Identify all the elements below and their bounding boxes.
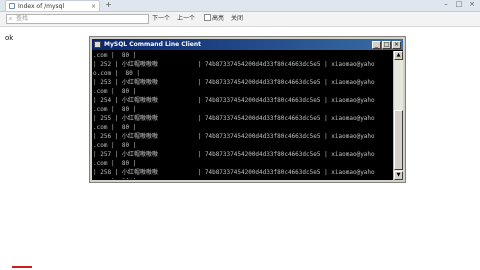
find-prev-button[interactable]: 上一个 xyxy=(177,14,195,24)
mysql-console-window[interactable]: MySQL Command Line Client _ □ × .com | 8… xyxy=(90,37,405,182)
scroll-down-arrow-icon[interactable]: ▼ xyxy=(394,171,403,180)
console-output[interactable]: .com | 80 | | 252 | 小红帽嗷嗷嗷 | 74b873374542… xyxy=(93,51,391,179)
console-maximize-button[interactable]: □ xyxy=(382,41,391,49)
console-title: MySQL Command Line Client xyxy=(104,41,201,48)
console-line: | 252 | 小红帽嗷嗷嗷 | 74b87337454200d4d33f80c… xyxy=(93,61,375,68)
console-line: .com | 80 | xyxy=(93,106,137,113)
highlight-label: 高亮 xyxy=(212,15,225,22)
console-close-button[interactable]: × xyxy=(392,41,401,49)
console-line: .com | 80 | xyxy=(93,52,137,59)
console-line: .com | 80 | xyxy=(93,124,137,131)
window-maximize-button[interactable]: □ xyxy=(454,0,464,9)
status-red-mark xyxy=(12,266,32,268)
console-line: | 254 | 小红帽嗷嗷嗷 | 74b87337454200d4d33f80c… xyxy=(93,97,375,104)
scroll-thumb[interactable] xyxy=(394,110,403,170)
console-scrollbar[interactable]: ▲ ▼ xyxy=(393,51,403,180)
tab-strip: Index of /mysql × + – □ × xyxy=(0,0,480,12)
console-app-icon xyxy=(94,41,101,48)
console-line: .com | 80 | xyxy=(93,142,137,149)
new-tab-button[interactable]: + xyxy=(104,1,113,9)
console-line: | 257 | 小红帽嗷嗷嗷 | 74b87337454200d4d33f80c… xyxy=(93,151,375,158)
find-input[interactable]: ⌕ 查找 xyxy=(6,14,149,24)
window-minimize-button[interactable]: – xyxy=(441,0,451,9)
highlight-checkbox[interactable] xyxy=(204,14,211,21)
console-line: .com | 80 | xyxy=(93,160,137,167)
console-line: .com | 80 | xyxy=(93,88,137,95)
window-close-button[interactable]: × xyxy=(467,0,477,9)
find-close-button[interactable]: 关闭 xyxy=(231,14,243,24)
console-line: o.com | 80 | xyxy=(93,70,140,77)
console-title-bar[interactable]: MySQL Command Line Client _ □ × xyxy=(92,39,403,50)
page-text: ok xyxy=(5,34,14,42)
console-line: | 255 | 小红帽嗷嗷嗷 | 74b87337454200d4d33f80c… xyxy=(93,115,375,122)
search-icon: ⌕ xyxy=(9,15,13,22)
console-line: | 258 | 小红帽嗷嗷嗷 | 74b87337454200d4d33f80c… xyxy=(93,169,375,176)
console-line: .com | 80 | xyxy=(93,177,391,179)
page-icon xyxy=(9,3,15,9)
tab-close-icon[interactable]: × xyxy=(91,1,96,12)
find-placeholder: 查找 xyxy=(16,15,29,22)
console-minimize-button[interactable]: _ xyxy=(372,41,381,49)
console-line: | 256 | 小红帽嗷嗷嗷 | 74b87337454200d4d33f80c… xyxy=(93,133,375,140)
highlight-toggle[interactable]: 高亮 xyxy=(204,14,224,24)
tab-title: Index of /mysql xyxy=(18,3,65,10)
tab-index-of-mysql[interactable]: Index of /mysql × xyxy=(5,0,100,11)
find-next-button[interactable]: 下一个 xyxy=(152,14,170,24)
scroll-up-arrow-icon[interactable]: ▲ xyxy=(394,51,403,60)
find-bar: ⌕ 查找 下一个 上一个 高亮 关闭 xyxy=(0,12,480,27)
console-line: | 253 | 小红帽嗷嗷嗷 | 74b87337454200d4d33f80c… xyxy=(93,79,375,86)
